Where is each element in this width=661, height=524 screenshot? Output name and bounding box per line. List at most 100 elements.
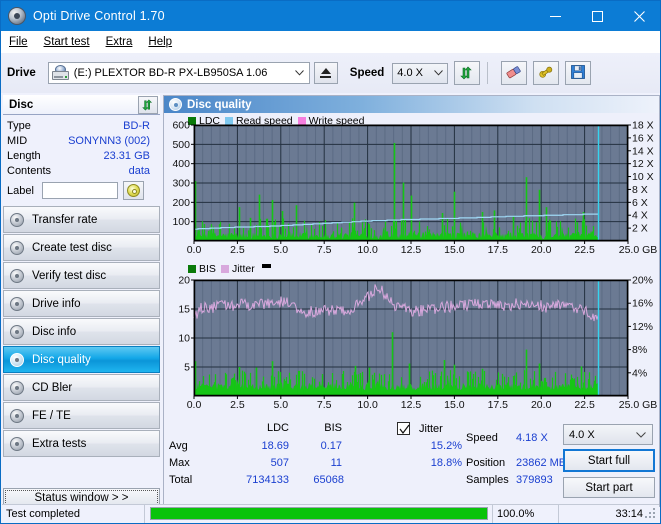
stats-row-avg-label: Avg: [169, 440, 188, 452]
svg-text:6 X: 6 X: [632, 197, 648, 209]
menu-help[interactable]: Help: [148, 36, 172, 48]
save-button[interactable]: [565, 61, 591, 85]
stats-row-total-label: Total: [169, 474, 192, 486]
sidebar-item-label: Drive info: [32, 298, 81, 310]
eject-icon: [320, 67, 332, 79]
sidebar-item-disc-quality[interactable]: Disc quality: [3, 346, 160, 373]
disc-contents-value: data: [67, 165, 156, 177]
bis-jitter-chart: 51015204%8%12%16%20%0.02.55.07.510.012.5…: [164, 264, 661, 429]
resize-grip-icon[interactable]: [645, 508, 657, 520]
minimize-icon[interactable]: [534, 1, 576, 31]
save-icon: [571, 65, 585, 82]
cd-icon: [127, 184, 140, 197]
disc-icon: [8, 268, 26, 284]
stats-position-label: Position: [466, 457, 505, 469]
svg-text:10.0: 10.0: [357, 244, 378, 256]
svg-text:100: 100: [172, 216, 190, 228]
svg-text:4%: 4%: [632, 367, 647, 379]
stats-bis-total: 65068: [289, 474, 344, 486]
svg-text:600: 600: [172, 120, 190, 132]
sidebar-item-label: FE / TE: [32, 410, 71, 422]
stats-header-ldc: LDC: [219, 422, 289, 434]
sidebar-item-disc-info[interactable]: Disc info: [3, 318, 160, 345]
drive-label: Drive: [7, 67, 36, 79]
svg-text:2 X: 2 X: [632, 223, 648, 235]
menu-start-test-label: Start test: [44, 36, 90, 48]
svg-text:5: 5: [184, 362, 190, 374]
refresh-button[interactable]: [454, 61, 480, 85]
sidebar-item-cd-bler[interactable]: CD Bler: [3, 374, 160, 401]
sidebar-item-label: Disc info: [32, 326, 76, 338]
sidebar-item-label: Verify test disc: [32, 270, 106, 282]
close-icon[interactable]: [618, 1, 660, 31]
left-panel: Disc Type BD-R MID SONYNN3 (002) Length …: [3, 95, 160, 507]
svg-text:10.0: 10.0: [357, 399, 378, 411]
svg-text:20: 20: [178, 275, 190, 287]
stats-bis-avg: 0.17: [292, 440, 342, 452]
disc-panel-header: Disc: [3, 95, 160, 115]
disc-type-label: Type: [7, 120, 67, 132]
svg-text:20%: 20%: [632, 275, 653, 287]
svg-text:12.5: 12.5: [401, 244, 422, 256]
app-disc-icon: [7, 6, 27, 26]
sidebar-item-verify-test-disc[interactable]: Verify test disc: [3, 262, 160, 289]
window-controls: [534, 1, 660, 31]
erase-button[interactable]: [501, 61, 527, 85]
disc-refresh-button[interactable]: [138, 96, 158, 114]
chevron-down-icon: [291, 70, 309, 76]
sidebar-item-fe-te[interactable]: FE / TE: [3, 402, 160, 429]
menu-file[interactable]: File: [9, 36, 28, 48]
svg-text:17.5: 17.5: [488, 244, 509, 256]
tools-icon: [538, 65, 554, 82]
svg-text:7.5: 7.5: [317, 244, 332, 256]
eraser-icon: [506, 65, 522, 82]
svg-text:4 X: 4 X: [632, 210, 648, 222]
menu-extra-label: Extra: [106, 36, 133, 48]
disc-label-input[interactable]: [42, 182, 118, 199]
test-speed-select[interactable]: 4.0 X: [563, 424, 653, 445]
speed-label: Speed: [350, 67, 385, 79]
svg-text:7.5: 7.5: [317, 399, 332, 411]
start-full-button[interactable]: Start full: [563, 449, 655, 472]
elapsed-time: 33:14: [559, 505, 659, 523]
svg-text:2.5: 2.5: [230, 399, 245, 411]
menu-start-test[interactable]: Start test: [44, 36, 90, 48]
disc-panel-body: Type BD-R MID SONYNN3 (002) Length 23.31…: [3, 115, 160, 200]
drive-icon: [52, 65, 70, 81]
maximize-icon[interactable]: [576, 1, 618, 31]
drive-select[interactable]: (E:) PLEXTOR BD-R PX-LB950SA 1.06: [48, 62, 310, 84]
sidebar-item-label: Extra tests: [32, 438, 86, 450]
sidebar-item-drive-info[interactable]: Drive info: [3, 290, 160, 317]
test-speed-value: 4.0 X: [569, 429, 595, 441]
speed-select[interactable]: 4.0 X: [392, 63, 448, 84]
sidebar-item-extra-tests[interactable]: Extra tests: [3, 430, 160, 457]
disc-type-value: BD-R: [67, 120, 156, 132]
stats-speed-label: Speed: [466, 432, 498, 444]
disc-icon: [8, 324, 26, 340]
menu-file-label: File: [9, 36, 28, 48]
menu-extra[interactable]: Extra: [106, 36, 133, 48]
sidebar-item-create-test-disc[interactable]: Create test disc: [3, 234, 160, 261]
start-part-button[interactable]: Start part: [563, 477, 655, 498]
tools-button[interactable]: [533, 61, 559, 85]
jitter-checkbox[interactable]: [397, 422, 410, 435]
sidebar-item-label: Transfer rate: [32, 214, 97, 226]
disc-mid-label: MID: [7, 135, 67, 147]
svg-text:18 X: 18 X: [632, 120, 654, 132]
sidebar-item-transfer-rate[interactable]: Transfer rate: [3, 206, 160, 233]
svg-text:8 X: 8 X: [632, 184, 648, 196]
svg-text:20.0: 20.0: [531, 399, 552, 411]
disc-row-mid: MID SONYNN3 (002): [7, 133, 156, 148]
stats-ldc-total: 7134133: [209, 474, 289, 486]
stats-header-bis: BIS: [292, 422, 342, 434]
stats-bis-max: 11: [292, 457, 342, 469]
eject-button[interactable]: [314, 62, 338, 84]
status-message: Test completed: [2, 505, 145, 523]
title-bar: Opti Drive Control 1.70: [1, 1, 660, 31]
disc-label-button[interactable]: [123, 181, 144, 200]
sidebar-item-label: Disc quality: [32, 354, 91, 366]
svg-text:5.0: 5.0: [273, 244, 288, 256]
svg-text:200: 200: [172, 197, 190, 209]
stats-samples-label: Samples: [466, 474, 509, 486]
svg-text:15: 15: [178, 304, 190, 316]
